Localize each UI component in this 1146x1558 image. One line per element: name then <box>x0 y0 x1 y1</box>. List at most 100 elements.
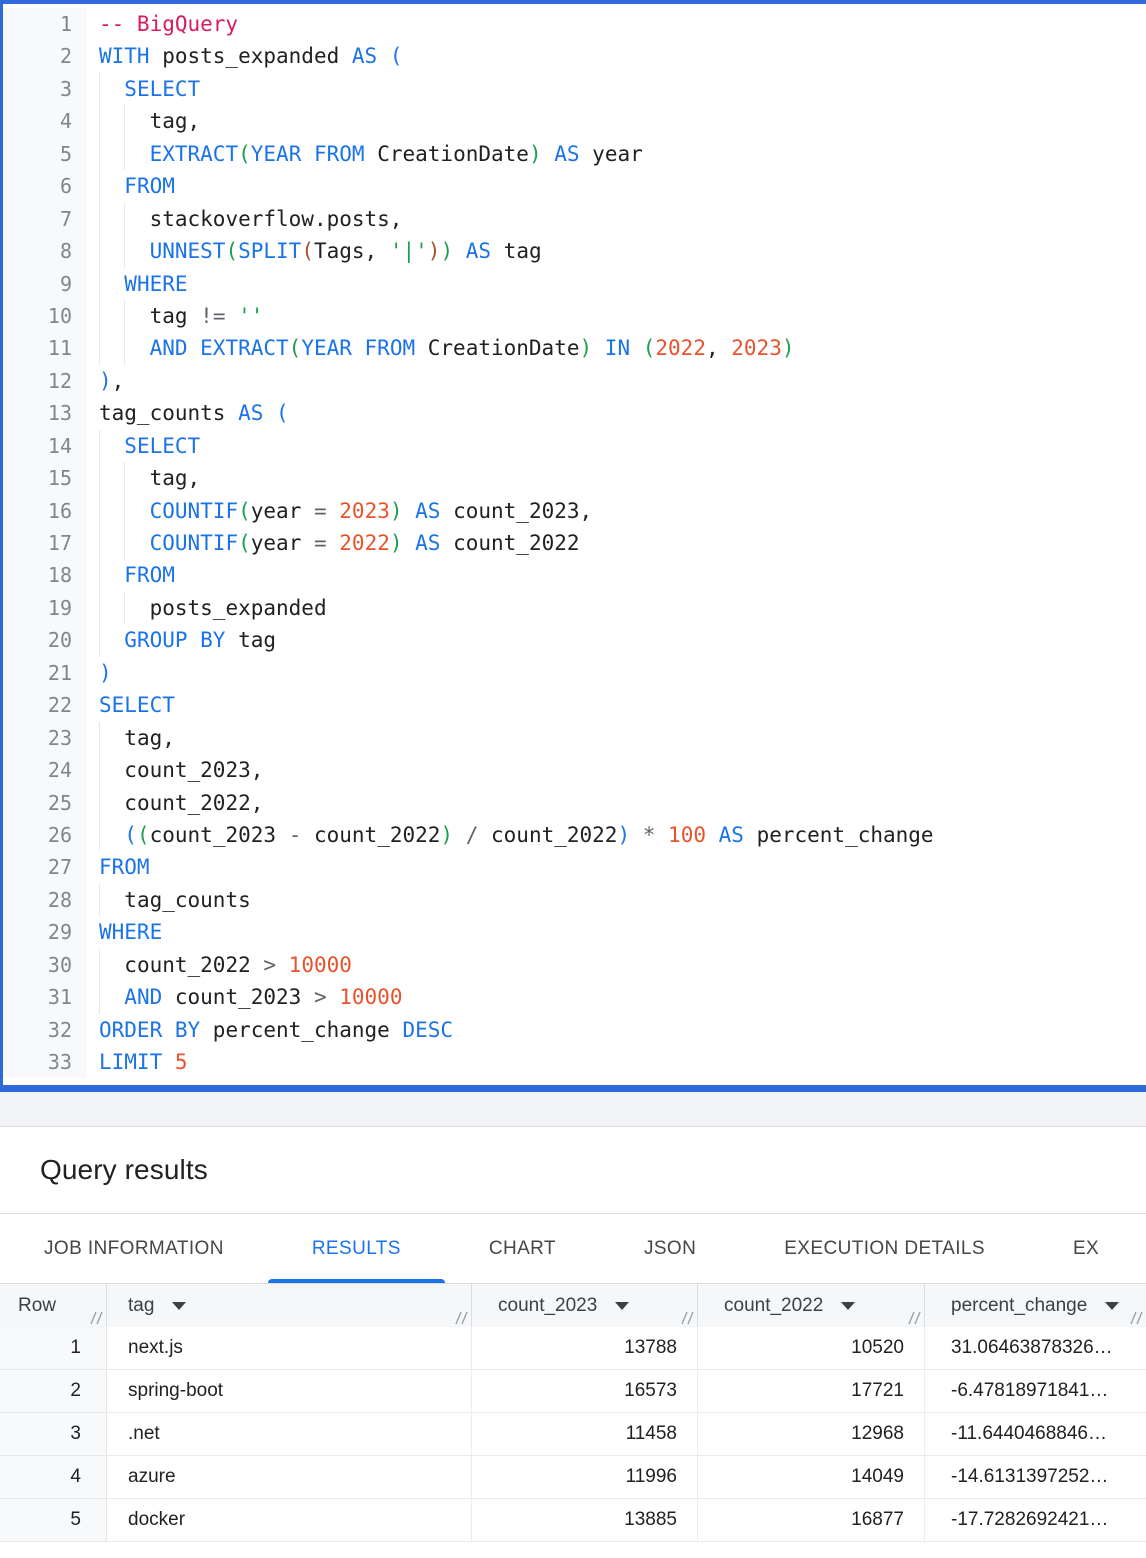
cell-tag: spring-boot <box>107 1370 472 1413</box>
tab-chart[interactable]: CHART <box>445 1214 600 1283</box>
token-kw: YEAR FROM <box>251 142 365 166</box>
token-id: tag, <box>150 466 201 490</box>
line-number: 1 <box>3 8 87 40</box>
tab-ex[interactable]: EX <box>1029 1214 1143 1283</box>
code-text: SELECT <box>87 73 200 105</box>
token-kw: AS <box>352 44 377 68</box>
tab-execution-details[interactable]: EXECUTION DETAILS <box>740 1214 1029 1283</box>
token-p2: ( <box>225 239 238 263</box>
line-number: 2 <box>3 40 87 72</box>
token-kw: AS <box>542 142 580 166</box>
token-id: tag <box>225 628 276 652</box>
column-menu-arrow-icon[interactable] <box>1105 1302 1119 1310</box>
line-number: 9 <box>3 268 87 300</box>
indent-guide <box>99 624 124 656</box>
token-kw: FROM <box>124 563 175 587</box>
column-resize-grip[interactable] <box>1129 1310 1143 1325</box>
token-p3: ( <box>301 239 314 263</box>
code-line: 25count_2022, <box>3 787 1146 819</box>
token-p1: ) <box>99 661 112 685</box>
indent-guide <box>99 170 124 202</box>
tab-job-information[interactable]: JOB INFORMATION <box>0 1214 268 1283</box>
code-text: WHERE <box>87 268 188 300</box>
indent-guide <box>99 73 124 105</box>
code-line: 16COUNTIF(year = 2023) AS count_2023, <box>3 495 1146 527</box>
indent-guide <box>124 203 149 235</box>
token-num: 2023 <box>339 499 390 523</box>
tab-json[interactable]: JSON <box>600 1214 740 1283</box>
token-p2: ) <box>440 239 453 263</box>
column-resize-grip[interactable] <box>454 1310 468 1325</box>
indent-guide <box>124 105 149 137</box>
code-line: 20GROUP BY tag <box>3 624 1146 656</box>
indent-guide <box>99 268 124 300</box>
token-id: count_2022 <box>440 531 579 555</box>
panel-splitter[interactable] <box>0 1092 1146 1127</box>
column-resize-grip[interactable] <box>907 1310 921 1325</box>
code-text: ), <box>87 365 124 397</box>
column-menu-arrow-icon[interactable] <box>172 1302 186 1310</box>
token-op: != <box>200 304 238 328</box>
cell-row: 1 <box>0 1327 107 1370</box>
column-menu-arrow-icon[interactable] <box>615 1302 629 1310</box>
column-header-label: tag <box>128 1295 154 1317</box>
token-num: 10000 <box>289 953 352 977</box>
token-kw: WHERE <box>124 272 187 296</box>
code-text: posts_expanded <box>87 592 327 624</box>
column-resize-grip[interactable] <box>89 1310 103 1325</box>
token-id: percent_change <box>744 823 934 847</box>
cell-tag: next.js <box>107 1327 472 1370</box>
indent-guide <box>99 592 124 624</box>
cell-count_2022: 14049 <box>698 1456 925 1499</box>
sql-editor[interactable]: 1-- BigQuery2WITH posts_expanded AS (3SE… <box>0 0 1146 1092</box>
token-num: 2022 <box>339 531 390 555</box>
line-number: 3 <box>3 73 87 105</box>
line-number: 5 <box>3 138 87 170</box>
query-results-title: Query results <box>40 1154 208 1186</box>
code-line: 23tag, <box>3 722 1146 754</box>
indent-guide <box>124 527 149 559</box>
token-kw: WHERE <box>99 920 162 944</box>
column-header-count_2022[interactable]: count_2022 <box>698 1284 925 1327</box>
cell-count_2023: 16573 <box>472 1370 698 1413</box>
token-num: 2022 <box>655 336 706 360</box>
cell-count_2022: 10520 <box>698 1327 925 1370</box>
code-line: 13tag_counts AS ( <box>3 397 1146 429</box>
column-header-percent_change[interactable]: percent_change <box>925 1284 1146 1327</box>
code-line: 12), <box>3 365 1146 397</box>
indent-guide <box>99 527 124 559</box>
column-header-tag[interactable]: tag <box>107 1284 472 1327</box>
cell-count_2023: 13885 <box>472 1499 698 1542</box>
token-op: > <box>314 985 339 1009</box>
code-text: count_2022, <box>87 787 263 819</box>
line-number: 32 <box>3 1014 87 1046</box>
token-p1: ( <box>263 401 288 425</box>
column-header-count_2023[interactable]: count_2023 <box>472 1284 698 1327</box>
line-number: 30 <box>3 949 87 981</box>
token-id: year <box>251 499 314 523</box>
cell-tag: azure <box>107 1456 472 1499</box>
column-resize-grip[interactable] <box>680 1310 694 1325</box>
token-kw: IN <box>592 336 643 360</box>
code-text: tag, <box>87 105 200 137</box>
token-p2: ( <box>238 531 251 555</box>
token-kw: SELECT <box>124 434 200 458</box>
code-line: 28tag_counts <box>3 884 1146 916</box>
column-header-row[interactable]: Row <box>0 1284 107 1327</box>
code-text: FROM <box>87 559 175 591</box>
indent-guide <box>124 592 149 624</box>
token-id: tag, <box>124 726 175 750</box>
code-text: AND count_2023 > 10000 <box>87 981 402 1013</box>
line-number: 8 <box>3 235 87 267</box>
column-menu-arrow-icon[interactable] <box>841 1302 855 1310</box>
line-number: 14 <box>3 430 87 462</box>
token-id: tag_counts <box>124 888 250 912</box>
tab-results[interactable]: RESULTS <box>268 1214 445 1283</box>
token-kw: YEAR FROM <box>301 336 415 360</box>
token-num: 5 <box>162 1050 187 1074</box>
token-num: 100 <box>655 823 706 847</box>
code-text: ) <box>87 657 112 689</box>
code-line: 32ORDER BY percent_change DESC <box>3 1014 1146 1046</box>
code-text: WITH posts_expanded AS ( <box>87 40 402 72</box>
line-number: 19 <box>3 592 87 624</box>
